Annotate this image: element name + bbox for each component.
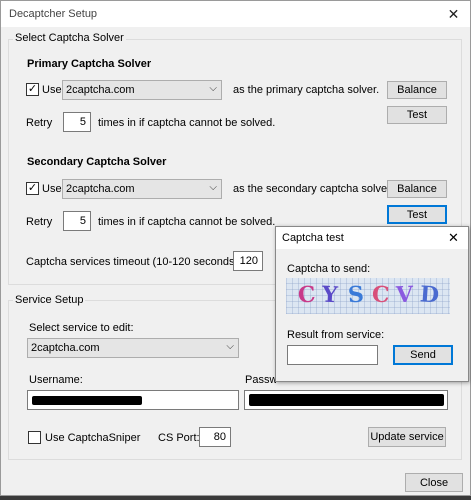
primary-retry-input[interactable]: 5 <box>63 112 91 132</box>
timeout-input[interactable]: 120 <box>233 251 263 271</box>
dialog-close-icon[interactable]: ✕ <box>448 230 459 246</box>
timeout-label: Captcha services timeout (10-120 seconds… <box>26 256 242 268</box>
dialog-title: Captcha test <box>282 232 344 244</box>
service-edit-dropdown[interactable]: 2captcha.com ⌵ <box>27 338 239 358</box>
primary-use-checkbox[interactable]: ✓ <box>26 83 39 96</box>
use-captchasniper-checkbox[interactable] <box>28 431 41 444</box>
primary-retry-value: 5 <box>79 116 86 128</box>
secondary-test-button[interactable]: Test <box>387 205 447 224</box>
secondary-suffix-text: as the secondary captcha solver. <box>233 183 394 195</box>
secondary-retry-suffix: times in if captcha cannot be solved. <box>98 216 276 228</box>
captcha-to-send-label: Captcha to send: <box>287 263 371 275</box>
primary-retry-suffix: times in if captcha cannot be solved. <box>98 117 276 129</box>
chevron-down-icon: ⌵ <box>209 83 217 94</box>
secondary-retry-label: Retry <box>26 216 53 228</box>
captcha-letter-5: V <box>395 281 415 309</box>
username-input[interactable] <box>27 390 239 410</box>
check-icon: ✓ <box>27 83 38 95</box>
username-label: Username: <box>29 374 83 386</box>
window-close-icon[interactable]: ✕ <box>437 1 470 27</box>
primary-balance-button[interactable]: Balance <box>387 81 447 99</box>
primary-solver-heading: Primary Captcha Solver <box>27 58 152 70</box>
cs-port-value: 80 <box>213 431 226 443</box>
captcha-letter-4: C <box>371 281 391 309</box>
captcha-letter-2: Y <box>321 281 340 309</box>
secondary-retry-input[interactable]: 5 <box>63 211 91 231</box>
primary-suffix-text: as the primary captcha solver. <box>233 84 380 96</box>
primary-test-button[interactable]: Test <box>387 106 447 124</box>
primary-service-value: 2captcha.com <box>66 84 135 96</box>
secondary-use-label: Use <box>42 183 62 195</box>
dialog-title-bar: Captcha test ✕ <box>276 227 468 249</box>
select-service-label: Select service to edit: <box>29 322 134 334</box>
captcha-letter-6: D <box>419 281 441 309</box>
close-button[interactable]: Close <box>405 473 463 492</box>
update-service-button[interactable]: Update service <box>368 427 446 447</box>
service-edit-value: 2captcha.com <box>31 342 100 354</box>
password-label: Passw <box>245 374 278 386</box>
title-bar: Decaptcher Setup ✕ <box>1 1 470 27</box>
captcha-letter-3: S <box>347 281 366 309</box>
chevron-down-icon: ⌵ <box>209 182 217 193</box>
result-input[interactable] <box>287 345 378 365</box>
service-setup-legend: Service Setup <box>13 294 86 306</box>
select-captcha-solver-legend: Select Captcha Solver <box>13 32 126 44</box>
captcha-test-dialog: Captcha test ✕ Captcha to send: C Y S C … <box>275 226 469 382</box>
primary-retry-label: Retry <box>26 117 53 129</box>
primary-service-dropdown[interactable]: 2captcha.com ⌵ <box>62 80 222 100</box>
captcha-letter-1: C <box>297 281 318 309</box>
cs-port-label: CS Port: <box>158 432 200 444</box>
secondary-use-checkbox[interactable]: ✓ <box>26 182 39 195</box>
password-redaction <box>249 394 444 406</box>
captcha-image: C Y S C V D <box>286 278 450 314</box>
secondary-service-dropdown[interactable]: 2captcha.com ⌵ <box>62 179 222 199</box>
chevron-down-icon: ⌵ <box>226 341 234 352</box>
password-input[interactable] <box>244 390 448 410</box>
primary-use-label: Use <box>42 84 62 96</box>
username-redaction <box>32 396 142 405</box>
cs-port-input[interactable]: 80 <box>199 427 231 447</box>
secondary-balance-button[interactable]: Balance <box>387 180 447 198</box>
secondary-solver-heading: Secondary Captcha Solver <box>27 156 167 168</box>
send-button[interactable]: Send <box>393 345 453 365</box>
secondary-service-value: 2captcha.com <box>66 183 135 195</box>
check-icon: ✓ <box>27 182 38 194</box>
timeout-value: 120 <box>239 255 258 267</box>
result-from-service-label: Result from service: <box>287 329 385 341</box>
window-title: Decaptcher Setup <box>9 8 98 20</box>
use-captchasniper-label: Use CaptchaSniper <box>45 432 141 444</box>
secondary-retry-value: 5 <box>79 215 86 227</box>
taskbar <box>0 496 471 500</box>
